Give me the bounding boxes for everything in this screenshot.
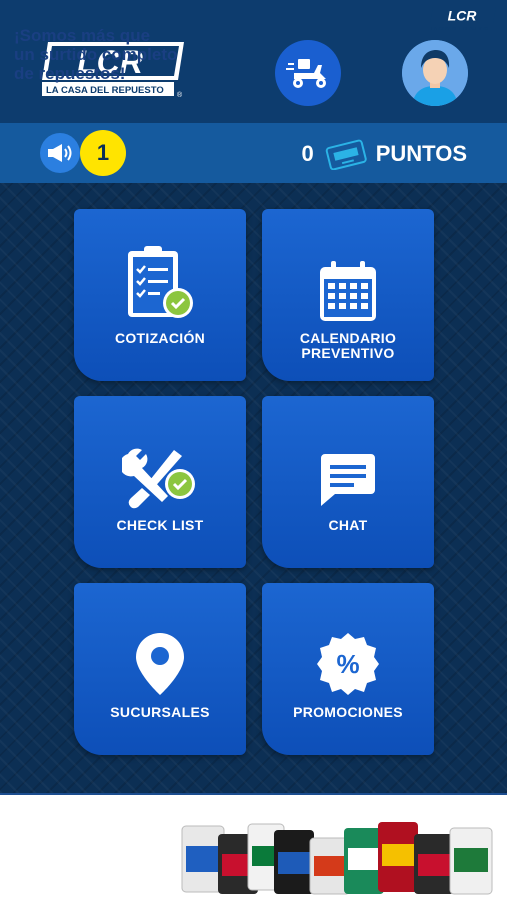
tile-label: CALENDARIO PREVENTIVO [299,330,397,361]
points-value: 0 [301,141,314,166]
delivery-scooter-icon [286,59,326,88]
profile-button[interactable] [402,40,468,106]
tile-label: CHAT [328,517,368,533]
megaphone-icon [48,144,72,162]
tools-check-icon [122,448,195,509]
points-label: PUNTOS [375,141,467,166]
menu-tile-sucursales[interactable]: SUCURSALES [74,583,246,755]
tile-label: CHECK LIST [116,517,204,533]
points-summary[interactable]: 0 PUNTOS [301,138,467,170]
calendar-icon [320,261,376,321]
banner-logo-text: LCR [448,8,478,24]
menu-tile-promociones[interactable]: % PROMOCIONES [262,583,434,755]
banner-text: ¡Somos más que un surtido completo de re… [14,26,178,83]
menu-tile-cotizacion[interactable]: COTIZACIÓN [74,209,246,381]
banner-logo-subtitle: LA CASA DEL REPUESTO [431,26,488,31]
announcements-button[interactable] [40,133,80,173]
map-pin-icon [136,633,184,695]
svg-text:%: % [336,649,359,679]
clipboard-check-icon [128,246,193,318]
tile-label: PROMOCIONES [293,704,403,720]
logo-registered-mark: ® [177,91,183,98]
menu-tile-check-list[interactable]: CHECK LIST [74,396,246,568]
menu-tile-chat[interactable]: CHAT [262,396,434,568]
chat-bubble-icon [321,454,375,506]
user-avatar-icon [402,40,468,106]
percent-badge-icon: % [317,633,379,695]
notification-count-badge[interactable]: 1 [80,130,126,176]
banner-lcr-logo: LCR LA CASA DEL REPUESTO [429,6,497,32]
loyalty-card-icon [325,139,367,170]
tile-label: COTIZACIÓN [114,330,206,346]
tile-label: SUCURSALES [110,704,210,720]
delivery-button[interactable] [275,40,341,106]
menu-tile-calendario-preventivo[interactable]: CALENDARIO PREVENTIVO [262,209,434,381]
oil-bottles-image [178,816,498,896]
logo-subtitle: LA CASA DEL REPUESTO [46,85,164,96]
